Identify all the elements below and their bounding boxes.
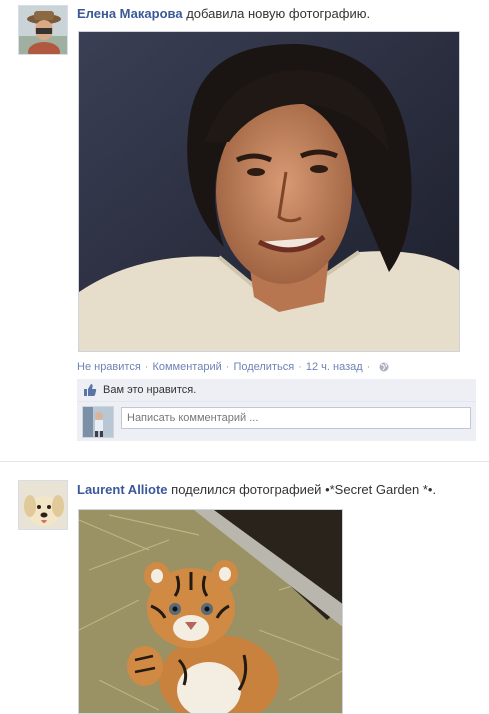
comment-composer xyxy=(77,402,476,441)
author-name-link[interactable]: Laurent Alliote xyxy=(77,482,168,497)
feed-story: Елена Макарова добавила новую фотографию… xyxy=(0,0,489,458)
author-avatar[interactable] xyxy=(18,480,68,530)
unlike-link[interactable]: Не нравится xyxy=(77,361,141,373)
album-name-link[interactable]: •*Secret Garden *•. xyxy=(325,482,436,497)
story-header: Laurent Alliote поделился фотографией •*… xyxy=(77,481,481,498)
author-name-link[interactable]: Елена Макарова xyxy=(77,6,183,21)
story-photo[interactable] xyxy=(78,509,343,714)
globe-icon[interactable] xyxy=(379,362,389,372)
viewer-avatar xyxy=(82,406,114,438)
story-divider xyxy=(0,461,489,462)
story-meta: Не нравится · Комментарий · Поделиться ·… xyxy=(77,361,389,373)
feed-story: Laurent Alliote поделился фотографией •*… xyxy=(0,470,489,714)
meta-separator: · xyxy=(144,361,149,373)
likes-summary: Вам это нравится. xyxy=(77,379,476,402)
meta-separator: · xyxy=(366,361,371,373)
comment-input[interactable] xyxy=(121,407,471,429)
story-action-text: поделился фотографией xyxy=(171,482,322,497)
timestamp-link[interactable]: 12 ч. назад xyxy=(306,361,363,373)
thumbs-up-icon xyxy=(83,383,97,397)
story-header: Елена Макарова добавила новую фотографию… xyxy=(77,5,481,22)
meta-separator: · xyxy=(225,361,230,373)
meta-separator: · xyxy=(298,361,302,373)
likes-text: Вам это нравится. xyxy=(103,384,197,396)
story-photo[interactable] xyxy=(78,31,460,352)
author-avatar[interactable] xyxy=(18,5,68,55)
comment-link[interactable]: Комментарий xyxy=(152,361,221,373)
share-link[interactable]: Поделиться xyxy=(233,361,294,373)
story-action-text: добавила новую фотографию. xyxy=(186,6,371,21)
